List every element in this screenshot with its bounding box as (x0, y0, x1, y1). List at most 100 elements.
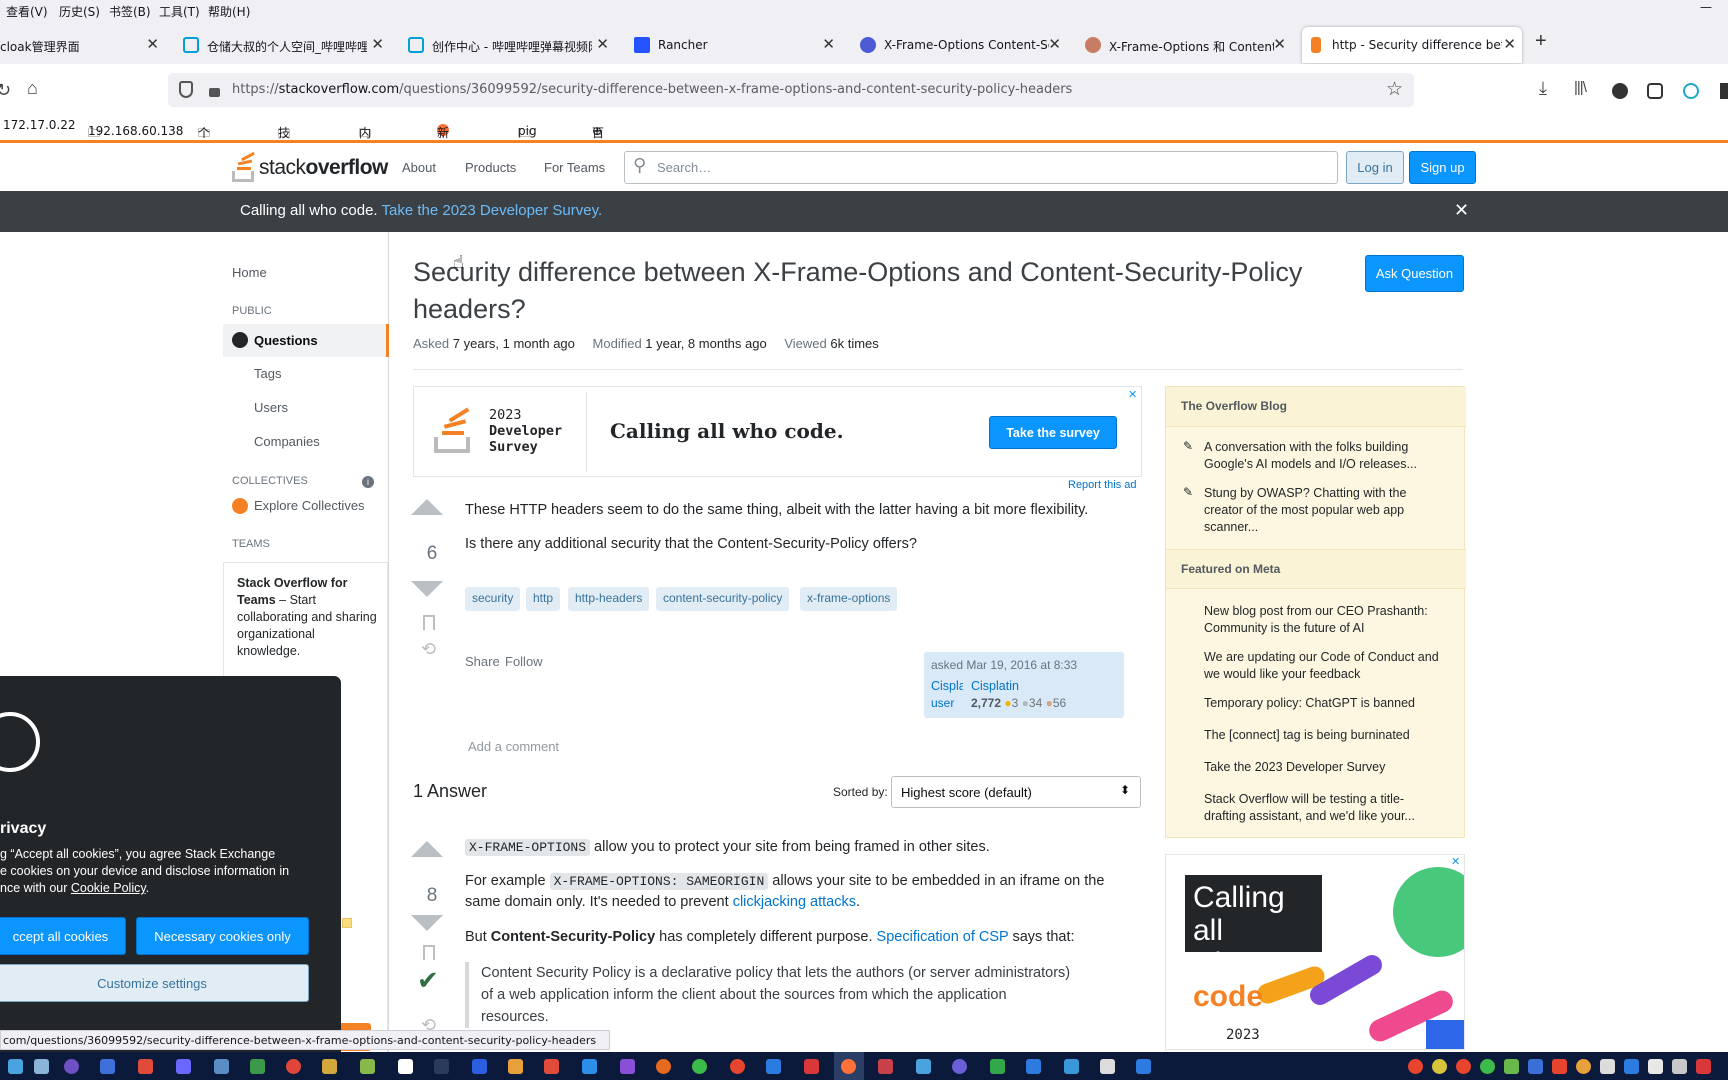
banner-link[interactable]: Take the 2023 Developer Survey. (381, 202, 602, 219)
close-tab-icon[interactable]: ✕ (1048, 35, 1061, 53)
taskbar-app-icon[interactable] (250, 1059, 265, 1074)
take-survey-button[interactable]: Take the survey (989, 416, 1117, 449)
meta-item[interactable]: The [connect] tag is being burninated (1204, 727, 1444, 744)
meta-item[interactable]: We are updating our Code of Conduct and … (1204, 649, 1444, 683)
user-name-link[interactable]: Cisplatin (971, 679, 1019, 693)
browser-tab[interactable]: cloak管理界面 ✕ (0, 27, 165, 63)
close-tab-icon[interactable]: ✕ (822, 35, 835, 53)
tray-icon[interactable] (1576, 1059, 1591, 1074)
tray-icon[interactable] (1456, 1059, 1471, 1074)
taskbar-app-icon[interactable] (322, 1059, 337, 1074)
meta-item[interactable]: Take the 2023 Developer Survey (1204, 759, 1444, 776)
taskbar-app-icon[interactable] (1100, 1059, 1115, 1074)
sidebar-item-questions[interactable]: Questions (223, 324, 389, 357)
login-button[interactable]: Log in (1346, 151, 1404, 184)
taskbar-app-icon[interactable] (508, 1059, 523, 1074)
info-icon[interactable]: i (362, 476, 374, 488)
sidebar-item-tags[interactable]: Tags (254, 366, 281, 381)
search-input[interactable]: ⚲ Search… (624, 151, 1338, 184)
history-icon[interactable]: ⟲ (421, 639, 436, 660)
library-icon[interactable]: |||\ (1574, 79, 1587, 96)
taskbar-app-icon[interactable] (434, 1059, 449, 1074)
menu-help[interactable]: 帮助(H) (208, 3, 250, 20)
sidebar-item-companies[interactable]: Companies (254, 434, 320, 449)
taskbar-app-icon[interactable] (360, 1059, 375, 1074)
accept-all-cookies-button[interactable]: ccept all cookies (0, 917, 126, 955)
share-link[interactable]: Share (465, 654, 500, 669)
download-icon[interactable]: ⤓ (1539, 78, 1547, 99)
close-tab-icon[interactable]: ✕ (146, 35, 159, 53)
tray-icon[interactable] (1432, 1059, 1447, 1074)
tray-icon[interactable] (1696, 1059, 1711, 1074)
taskbar-app-icon[interactable] (214, 1059, 229, 1074)
extension-icon[interactable] (1720, 83, 1728, 99)
menu-history[interactable]: 历史(S) (59, 3, 100, 20)
clickjacking-link[interactable]: clickjacking attacks (733, 894, 856, 910)
taskbar-app-icon[interactable] (472, 1059, 487, 1074)
taskbar-app-icon[interactable] (8, 1059, 23, 1074)
upvote-button[interactable] (411, 499, 443, 515)
tag-http[interactable]: http (526, 587, 561, 611)
tag-x-frame-options[interactable]: x-frame-options (800, 587, 898, 611)
report-ad-link[interactable]: Report this ad (1068, 479, 1136, 491)
browser-tab[interactable]: X-Frame-Options Content-Secu ✕ (854, 27, 1067, 63)
wechat-icon[interactable] (692, 1059, 707, 1074)
tray-icon[interactable] (1528, 1059, 1543, 1074)
tray-icon[interactable] (1480, 1059, 1495, 1074)
volume-icon[interactable] (1672, 1059, 1687, 1074)
chrome-icon[interactable] (730, 1059, 745, 1074)
sidebar-item-home[interactable]: Home (232, 265, 267, 280)
close-tab-icon[interactable]: ✕ (1503, 35, 1516, 53)
close-icon[interactable]: ✕ (1454, 200, 1469, 221)
taskbar-app-icon[interactable] (916, 1059, 931, 1074)
customize-settings-button[interactable]: Customize settings (0, 964, 309, 1002)
url-bar[interactable]: https://stackoverflow.com/questions/3609… (168, 73, 1414, 107)
tray-icon[interactable] (1600, 1059, 1615, 1074)
user-name[interactable]: Cispla (931, 679, 963, 693)
browser-tab[interactable]: 仓储大叔的个人空间_哔哩哔哩_ ✕ (177, 27, 390, 63)
home-icon[interactable]: ⌂ (27, 78, 38, 99)
survey-ad[interactable]: 2023 Developer Survey Calling all who code… (413, 386, 1142, 477)
add-comment-link[interactable]: Add a comment (468, 739, 559, 754)
sidebar-item-explore-collectives[interactable]: Explore Collectives (254, 498, 365, 513)
taskbar-app-icon[interactable] (804, 1059, 819, 1074)
menu-view[interactable]: 查看(V) (6, 3, 48, 20)
taskbar-app-icon[interactable] (138, 1059, 153, 1074)
stackoverflow-logo[interactable]: stackoverflow (232, 151, 388, 183)
minimize-button[interactable]: — (1700, 0, 1712, 14)
tag-security[interactable]: security (465, 587, 521, 611)
taskbar-app-icon[interactable] (990, 1059, 1005, 1074)
vscode-icon[interactable] (582, 1059, 597, 1074)
sort-select[interactable]: Highest score (default) ⬍ (891, 776, 1141, 808)
close-ad-icon[interactable]: ✕ (1451, 855, 1460, 868)
necessary-cookies-button[interactable]: Necessary cookies only (136, 917, 309, 955)
sidebar-item-users[interactable]: Users (254, 400, 288, 415)
taskbar-app-icon[interactable] (34, 1059, 49, 1074)
bookmark-icon[interactable] (423, 615, 435, 630)
extension-icon[interactable] (1683, 83, 1699, 99)
meta-item[interactable]: Temporary policy: ChatGPT is banned (1204, 695, 1444, 712)
taskbar-app-icon[interactable] (176, 1059, 191, 1074)
taskbar-app-icon[interactable] (286, 1059, 301, 1074)
menu-tools[interactable]: 工具(T) (159, 3, 200, 20)
close-tab-icon[interactable]: ✕ (371, 35, 384, 53)
tray-icon[interactable] (1648, 1059, 1663, 1074)
browser-tab-active[interactable]: http - Security difference betwe ✕ (1302, 27, 1522, 63)
question-title[interactable]: Security difference between X-Frame-Opti… (413, 254, 1313, 328)
blog-item[interactable]: A conversation with the folks building G… (1204, 439, 1444, 473)
close-tab-icon[interactable]: ✕ (1273, 35, 1286, 53)
taskbar-app-icon[interactable] (100, 1059, 115, 1074)
taskbar-app-icon[interactable] (878, 1059, 893, 1074)
lock-icon[interactable] (209, 88, 220, 97)
signup-button[interactable]: Sign up (1409, 151, 1476, 184)
nav-about[interactable]: About (402, 160, 436, 175)
bookmark[interactable]: 172.17.0.22 (3, 118, 76, 132)
downvote-button[interactable] (411, 581, 443, 597)
new-tab-button[interactable]: + (1535, 30, 1547, 53)
star-icon[interactable]: ☆ (1386, 78, 1403, 101)
tray-icon[interactable] (1408, 1059, 1423, 1074)
extension-b-icon[interactable] (1612, 83, 1628, 99)
taskbar-app-icon[interactable] (952, 1059, 967, 1074)
tray-icon[interactable] (1504, 1059, 1519, 1074)
follow-link[interactable]: Follow (505, 654, 543, 669)
